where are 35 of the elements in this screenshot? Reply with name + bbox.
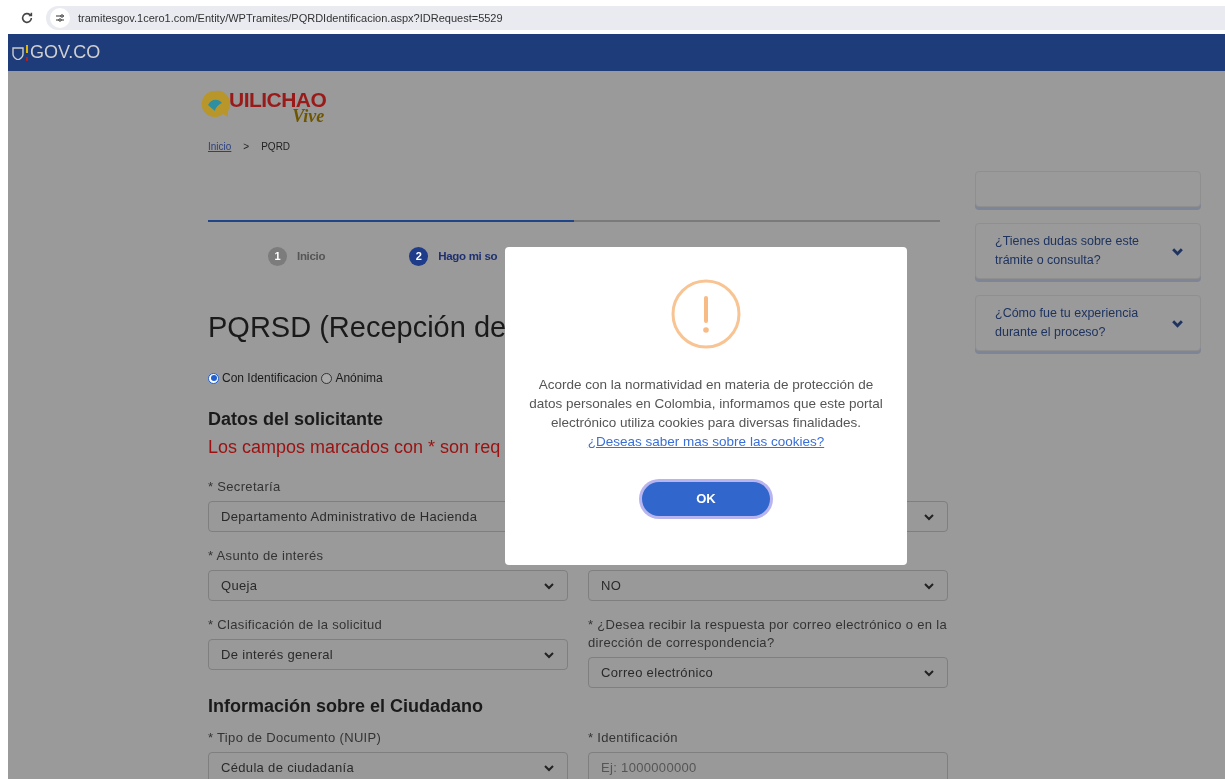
select-field[interactable]: Cédula de ciudadanía (208, 752, 568, 779)
section-heading: Información sobre el Ciudadano (208, 695, 485, 717)
required-note: Los campos marcados con * son req (208, 436, 501, 459)
ok-button[interactable]: OK (642, 482, 770, 516)
field-label: * Clasificación de la solicitud (208, 616, 384, 634)
field-label: * Asunto de interés (208, 547, 325, 565)
radio-option[interactable]: Con Identificacion (208, 369, 318, 387)
step-item: 1 Inicio (268, 247, 326, 266)
field-label: * Secretaría (208, 478, 282, 496)
page-title: PQRSD (Recepción de (208, 310, 507, 345)
breadcrumb-link[interactable]: Inicio (208, 139, 232, 154)
field-label: * Tipo de Documento (NUIP) (208, 729, 383, 747)
select-field[interactable]: De interés general (208, 639, 568, 670)
breadcrumb-item: PQRD (261, 140, 291, 154)
field-label: * ¿Desea recibir la respuesta por correo electrónico o en la dirección de correspondencia? (588, 616, 948, 652)
address-bar[interactable]: tramitesgov.1cero1.com/Entity/WPTramites/PQRDIdentificacion.aspx?IDRequest=5529 (46, 6, 1225, 30)
warning-icon (671, 279, 741, 349)
dialog-message: Acorde con la normatividad en materia de protección de datos personales en Colombia, informamos que este portal electrónico utiliza cookies para diversas finalidades. (528, 376, 884, 432)
field-label: * Identificación (588, 729, 679, 747)
input-field[interactable]: Ej: 1000000000 (588, 752, 948, 779)
gov-brand: GOV.CO (30, 41, 101, 64)
site-settings-icon[interactable] (50, 8, 70, 28)
select-field[interactable]: NO (588, 570, 948, 601)
reload-icon[interactable] (20, 11, 34, 25)
crest-icon (12, 45, 24, 60)
radio-option[interactable]: Anónima (321, 369, 383, 387)
quilichao-logo: UILICHAO Vive (200, 85, 352, 125)
accordion-toggle[interactable]: ¿Cómo fue tu experiencia durante el proceso? (975, 295, 1201, 351)
select-field[interactable]: Correo electrónico (588, 657, 948, 688)
breadcrumb-item: > (243, 140, 250, 154)
accordion-toggle[interactable]: ¿Tienes dudas sobre este trámite o consulta? (975, 223, 1201, 279)
select-field[interactable]: Queja (208, 570, 568, 601)
step-item: 2 Hago mi so (409, 247, 498, 266)
cookies-link[interactable]: ¿Deseas saber mas sobre las cookies? (587, 432, 825, 451)
section-heading: Datos del solicitante (208, 408, 384, 430)
